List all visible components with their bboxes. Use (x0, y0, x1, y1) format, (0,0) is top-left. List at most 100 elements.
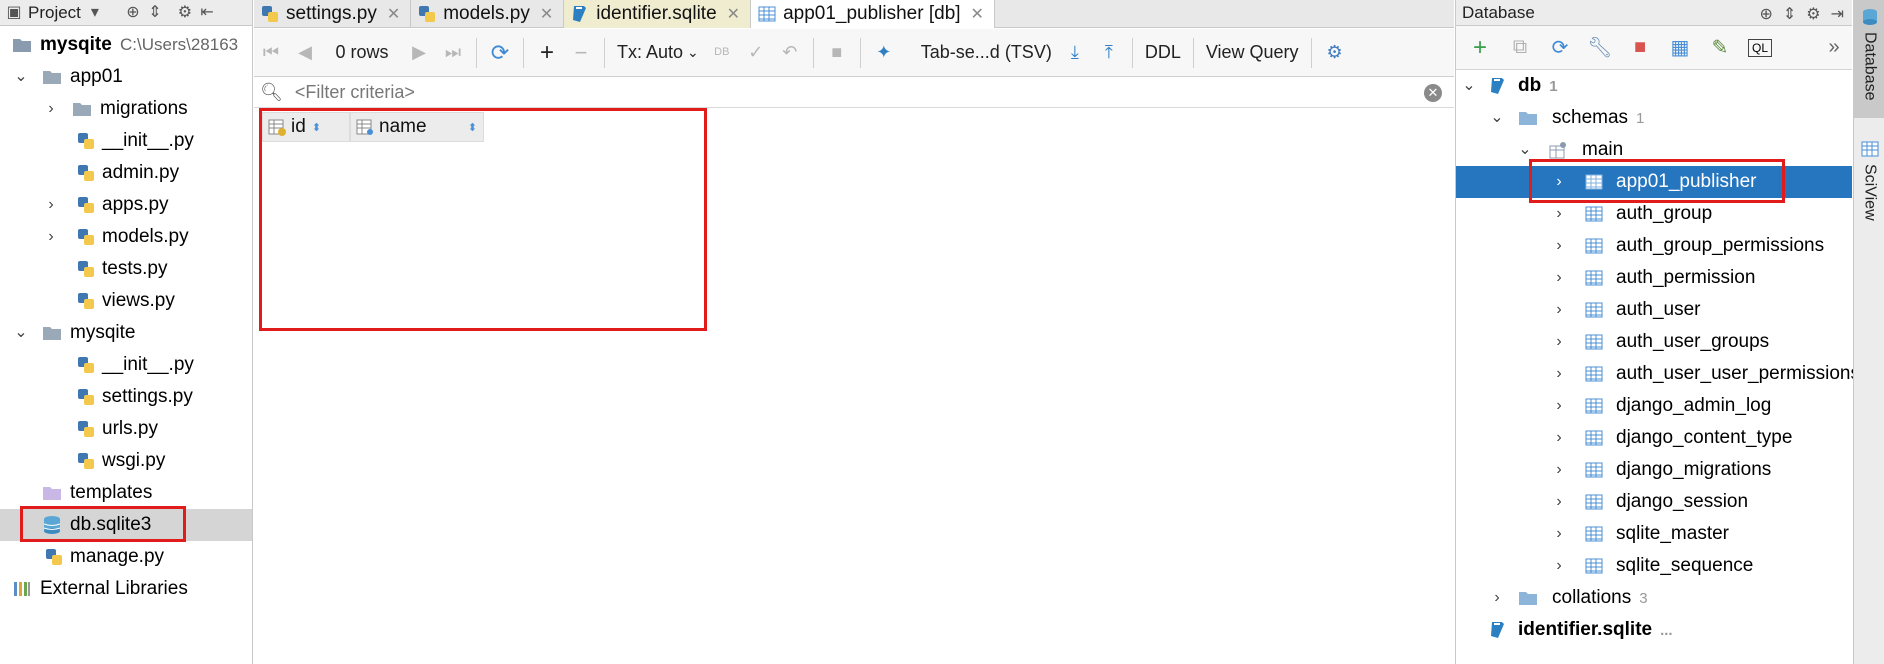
db-node-db[interactable]: ⌄ db 1 (1456, 70, 1852, 102)
chevron-right-icon[interactable]: › (1552, 462, 1566, 478)
gear-icon[interactable]: ⚙ (1318, 35, 1352, 71)
last-page-icon[interactable]: ⏭ (436, 35, 470, 71)
more-icon[interactable]: » (1816, 32, 1852, 64)
chevron-down-icon[interactable]: ⌄ (1462, 78, 1476, 94)
gear-icon[interactable]: ⚙ (1806, 4, 1820, 24)
console-icon[interactable]: QL (1748, 38, 1772, 57)
chevron-right-icon[interactable]: › (1552, 494, 1566, 510)
tree-item-tests-py[interactable]: tests.py (0, 253, 252, 285)
rows-count[interactable]: 0 rows (322, 35, 402, 71)
db-table-django-session[interactable]: › django_session (1456, 486, 1852, 518)
chevron-down-icon[interactable]: ⌄ (1490, 110, 1504, 126)
commit-check-icon[interactable]: ✓ (739, 35, 773, 71)
side-tab-sciview[interactable]: SciView (1854, 140, 1884, 240)
collapse-all-icon[interactable]: ⇕ (1783, 4, 1796, 24)
db-node-collations[interactable]: › collations 3 (1456, 582, 1852, 614)
tree-item-manage-py[interactable]: manage.py (0, 541, 252, 573)
tree-item-admin-py[interactable]: admin.py (0, 157, 252, 189)
add-row-icon[interactable]: + (530, 35, 564, 71)
db-node-schemas[interactable]: ⌄ schemas 1 (1456, 102, 1852, 134)
tab-app01-publisher[interactable]: app01_publisher [db] ✕ (751, 0, 995, 28)
previous-page-icon[interactable]: ◀ (288, 35, 322, 71)
chevron-down-icon[interactable]: ⌄ (1518, 142, 1532, 158)
properties-icon[interactable]: 🔧︎ (1582, 32, 1618, 64)
db-table-django-migrations[interactable]: › django_migrations (1456, 454, 1852, 486)
db-commit-icon[interactable]: DB (705, 35, 739, 71)
tree-item-app01[interactable]: ⌄ app01 (0, 61, 252, 93)
db-table-django-admin-log[interactable]: › django_admin_log (1456, 390, 1852, 422)
collapse-all-icon[interactable]: ⇕ (147, 4, 163, 21)
next-page-icon[interactable]: ▶ (402, 35, 436, 71)
filter-input[interactable]: <Filter criteria> (295, 82, 415, 103)
tx-mode-dropdown[interactable]: Tx: Auto ⌄ (611, 35, 705, 71)
tree-root-mysqite[interactable]: mysqite C:\Users\28163 (0, 29, 252, 61)
chevron-right-icon[interactable]: › (1552, 334, 1566, 350)
gear-icon[interactable]: ⚙ (177, 4, 193, 21)
close-icon[interactable]: ✕ (387, 4, 400, 24)
hide-icon[interactable]: ⇤ (199, 4, 215, 21)
tab-models-py[interactable]: models.py ✕ (411, 0, 565, 28)
tree-item-views-py[interactable]: views.py (0, 285, 252, 317)
refresh-icon[interactable]: ⟳ (483, 35, 517, 71)
tab-identifier-sqlite[interactable]: identifier.sqlite ✕ (564, 0, 752, 28)
chevron-down-icon[interactable]: ⌄ (14, 325, 28, 341)
db-table-django-content-type[interactable]: › django_content_type (1456, 422, 1852, 454)
chevron-right-icon[interactable]: › (44, 197, 58, 213)
tree-item-apps-py[interactable]: › apps.py (0, 189, 252, 221)
stop-icon[interactable]: ■ (1622, 32, 1658, 64)
compare-icon[interactable]: ✦ (867, 35, 901, 71)
tree-item-models-py[interactable]: › models.py (0, 221, 252, 253)
tree-item-init-py[interactable]: __init__.py (0, 125, 252, 157)
db-table-sqlite-master[interactable]: › sqlite_master (1456, 518, 1852, 550)
stop-icon[interactable]: ■ (820, 35, 854, 71)
close-icon[interactable]: ✕ (727, 4, 740, 24)
db-table-auth-permission[interactable]: › auth_permission (1456, 262, 1852, 294)
first-page-icon[interactable]: ⏮ (254, 35, 288, 71)
tree-item-external-libraries[interactable]: External Libraries (0, 573, 252, 605)
table-editor-icon[interactable]: ▦ (1662, 32, 1698, 64)
db-table-sqlite-sequence[interactable]: › sqlite_sequence (1456, 550, 1852, 582)
db-table-auth-user-user-permissions[interactable]: › auth_user_user_permissions (1456, 358, 1860, 390)
locate-icon[interactable]: ⊕ (1759, 4, 1772, 24)
chevron-right-icon[interactable]: › (1490, 590, 1504, 606)
tree-item-templates[interactable]: templates (0, 477, 252, 509)
chevron-right-icon[interactable]: › (1552, 270, 1566, 286)
chevron-right-icon[interactable]: › (1552, 302, 1566, 318)
db-node-identifier-sqlite[interactable]: identifier.sqlite... (1456, 614, 1852, 646)
tree-item-mysqite[interactable]: ⌄ mysqite (0, 317, 252, 349)
hide-icon[interactable]: ⇥ (1831, 4, 1844, 24)
chevron-right-icon[interactable]: › (44, 101, 58, 117)
tree-item-urls-py[interactable]: urls.py (0, 413, 252, 445)
close-icon[interactable]: ✕ (540, 4, 553, 24)
clear-filter-icon[interactable]: ✕ (1424, 84, 1442, 102)
side-tab-database[interactable]: Database (1854, 0, 1884, 118)
chevron-right-icon[interactable]: › (1552, 366, 1566, 382)
edit-source-icon[interactable]: ✎ (1702, 32, 1738, 64)
tree-item-settings-py[interactable]: settings.py (0, 381, 252, 413)
db-table-auth-group-permissions[interactable]: › auth_group_permissions (1456, 230, 1852, 262)
db-table-auth-user[interactable]: › auth_user (1456, 294, 1852, 326)
ddl-button[interactable]: DDL (1139, 35, 1187, 71)
tree-item-wsgi-py[interactable]: wsgi.py (0, 445, 252, 477)
rollback-icon[interactable]: ↶ (773, 35, 807, 71)
project-header-label[interactable]: Project (28, 3, 81, 23)
extractor-dropdown[interactable]: Tab-se...d (TSV) (915, 35, 1058, 71)
chevron-right-icon[interactable]: › (1552, 558, 1566, 574)
locate-icon[interactable]: ⊕ (125, 4, 141, 21)
tab-settings-py[interactable]: settings.py ✕ (254, 0, 412, 28)
copy-icon[interactable]: ⧉ (1502, 32, 1538, 64)
close-icon[interactable]: ✕ (971, 4, 984, 24)
add-datasource-icon[interactable]: + (1462, 32, 1498, 64)
chevron-right-icon[interactable]: › (44, 229, 58, 245)
chevron-down-icon[interactable]: ⌄ (14, 69, 28, 85)
refresh-icon[interactable]: ⟳ (1542, 32, 1578, 64)
delete-row-icon[interactable]: − (564, 35, 598, 71)
tree-item-init-py-2[interactable]: __init__.py (0, 349, 252, 381)
filter-bar[interactable]: 🔍︎ <Filter criteria> ✕ (254, 78, 1454, 108)
chevron-right-icon[interactable]: › (1552, 398, 1566, 414)
dropdown-icon[interactable]: ▾ (87, 4, 103, 21)
tree-item-migrations[interactable]: › migrations (0, 93, 252, 125)
chevron-right-icon[interactable]: › (1552, 238, 1566, 254)
export-icon[interactable]: ⤓ (1058, 35, 1092, 71)
import-icon[interactable]: ⤒ (1092, 35, 1126, 71)
